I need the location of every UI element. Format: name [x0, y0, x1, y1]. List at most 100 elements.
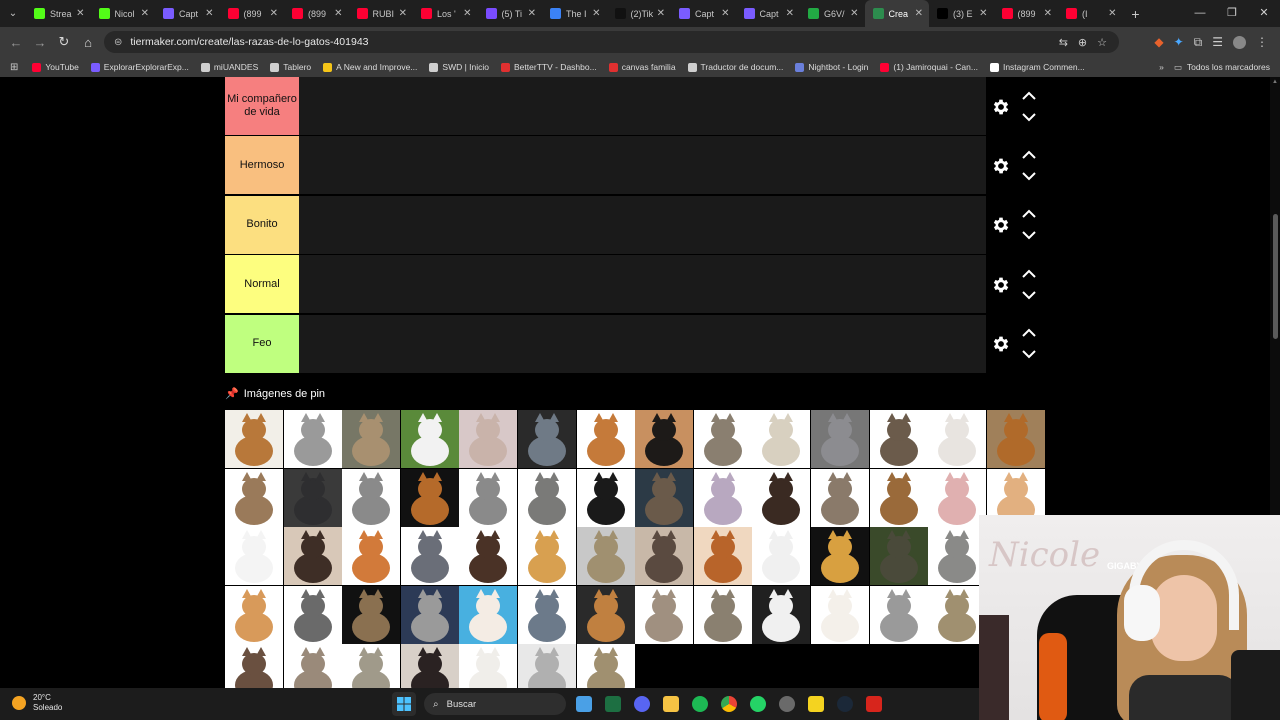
reading-list-icon[interactable]: ☰ [1212, 35, 1223, 49]
cat-image[interactable] [693, 468, 752, 527]
maximize-icon[interactable]: ❐ [1216, 0, 1248, 27]
cat-image[interactable] [576, 644, 635, 688]
browser-tab[interactable]: (899 ✕ [284, 0, 349, 27]
forward-icon[interactable]: → [28, 35, 52, 50]
cat-image[interactable] [225, 585, 283, 644]
spotify-app-icon[interactable] [690, 692, 710, 716]
translate-icon[interactable]: ⇆ [1059, 36, 1068, 49]
cat-image[interactable] [283, 410, 342, 468]
browser-tab[interactable]: Strea ✕ [26, 0, 91, 27]
excel-app-icon[interactable] [603, 692, 623, 716]
tab-close-icon[interactable]: ✕ [76, 8, 84, 19]
acrobat-app-icon[interactable] [864, 692, 884, 716]
browser-tab[interactable]: Capt ✕ [736, 0, 801, 27]
cat-image[interactable] [400, 585, 459, 644]
tab-close-icon[interactable]: ✕ [657, 8, 665, 19]
cat-image[interactable] [283, 468, 342, 527]
cat-image[interactable] [459, 585, 518, 644]
tier-settings-gear-icon[interactable] [986, 334, 1016, 354]
browser-tab[interactable]: (899 ✕ [220, 0, 285, 27]
new-tab-button[interactable]: + [1123, 6, 1149, 22]
scrollbar-thumb[interactable] [1273, 214, 1278, 339]
file-explorer-icon[interactable] [661, 692, 681, 716]
tab-close-icon[interactable]: ✕ [334, 8, 342, 19]
browser-tab[interactable]: (5) Ti ✕ [478, 0, 543, 27]
cat-image[interactable] [869, 468, 928, 527]
tier-settings-gear-icon[interactable] [986, 215, 1016, 235]
close-window-icon[interactable]: ✕ [1248, 0, 1280, 27]
cat-image[interactable] [400, 644, 459, 688]
cat-image[interactable] [459, 468, 518, 527]
bookmark-item[interactable]: miUANDES [200, 62, 258, 72]
more-bookmarks-icon[interactable]: » [1159, 62, 1164, 72]
zoom-icon[interactable]: ⊕ [1078, 36, 1087, 49]
cat-image[interactable] [869, 527, 928, 586]
cat-image[interactable] [928, 468, 987, 527]
browser-tab[interactable]: Capt ✕ [155, 0, 220, 27]
tier-label[interactable]: Mi compañero de vida [225, 77, 299, 135]
bookmark-item[interactable]: YouTube [32, 62, 79, 72]
tier-settings-gear-icon[interactable] [986, 156, 1016, 176]
cat-image[interactable] [459, 644, 518, 688]
move-tier-down-icon[interactable] [1022, 287, 1036, 305]
browser-tab[interactable]: G6V/ ✕ [800, 0, 865, 27]
cat-image[interactable] [518, 585, 576, 644]
bookmark-item[interactable]: canvas familia [608, 62, 676, 72]
cat-image[interactable] [342, 644, 401, 688]
cat-image[interactable] [869, 410, 928, 468]
bookmark-item[interactable]: Traductor de docum... [687, 62, 783, 72]
settings-app-icon[interactable] [777, 692, 797, 716]
cat-image[interactable] [342, 468, 401, 527]
tab-close-icon[interactable]: ✕ [399, 8, 407, 19]
taskbar-search[interactable]: ⌕ Buscar [424, 693, 566, 715]
site-info-icon[interactable]: ⊜ [114, 37, 122, 48]
bookmark-item[interactable]: BetterTTV - Dashbo... [501, 62, 597, 72]
bookmark-item[interactable]: Nightbot - Login [795, 62, 868, 72]
cat-image[interactable] [635, 585, 694, 644]
cat-image[interactable] [400, 468, 459, 527]
cat-image[interactable] [459, 527, 518, 586]
bookmark-item[interactable]: A New and Improve... [323, 62, 417, 72]
browser-tab[interactable]: Crea ✕ [864, 0, 929, 27]
cat-image[interactable] [752, 468, 811, 527]
extension-icon[interactable]: ✦ [1174, 35, 1184, 49]
cat-image[interactable] [342, 410, 401, 468]
cat-image[interactable] [635, 410, 694, 468]
browser-tab[interactable]: (I ✕ [1058, 0, 1123, 27]
cat-image[interactable] [635, 468, 694, 527]
tab-close-icon[interactable]: ✕ [915, 8, 923, 19]
cat-image[interactable] [225, 468, 283, 527]
bookmark-item[interactable]: (1) Jamiroquai - Can... [880, 62, 978, 72]
tab-close-icon[interactable]: ✕ [1108, 8, 1116, 19]
tab-close-icon[interactable]: ✕ [850, 8, 858, 19]
cat-image[interactable] [225, 527, 283, 586]
tab-close-icon[interactable]: ✕ [270, 8, 278, 19]
profile-avatar[interactable] [1233, 35, 1246, 49]
tier-label[interactable]: Bonito [225, 195, 299, 254]
bookmark-star-icon[interactable]: ☆ [1097, 36, 1107, 49]
browser-menu-icon[interactable]: ⋮ [1256, 35, 1268, 49]
cat-image[interactable] [225, 410, 283, 468]
move-tier-up-icon[interactable] [1022, 87, 1036, 105]
extensions-puzzle-icon[interactable]: ⧉ [1194, 35, 1203, 50]
browser-tab[interactable]: (2)Tik ✕ [607, 0, 672, 27]
tab-close-icon[interactable]: ✕ [721, 8, 729, 19]
tier-drop-zone[interactable] [299, 195, 986, 255]
tier-label[interactable]: Normal [225, 255, 299, 314]
cat-image[interactable] [986, 410, 1045, 468]
cat-image[interactable] [928, 527, 987, 586]
notepad-app-icon[interactable] [574, 692, 594, 716]
cat-image[interactable] [811, 527, 869, 586]
tab-close-icon[interactable]: ✕ [205, 8, 213, 19]
cat-image[interactable] [518, 644, 576, 688]
back-icon[interactable]: ← [4, 35, 28, 50]
sticky-notes-icon[interactable] [806, 692, 826, 716]
tier-drop-zone[interactable] [299, 136, 986, 196]
tab-close-icon[interactable]: ✕ [1044, 8, 1052, 19]
cat-image[interactable] [635, 527, 694, 586]
chrome-app-icon[interactable] [719, 692, 739, 716]
bookmark-item[interactable]: Instagram Commen... [989, 62, 1085, 72]
move-tier-down-icon[interactable] [1022, 346, 1036, 364]
reload-icon[interactable]: ↻ [52, 34, 76, 50]
cat-image[interactable] [225, 644, 283, 688]
